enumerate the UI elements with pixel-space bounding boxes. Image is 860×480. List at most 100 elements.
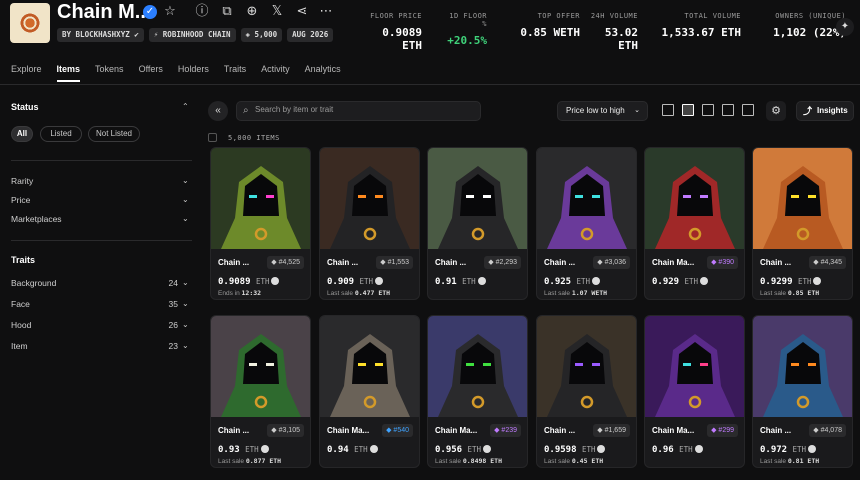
- grid-medium-view-icon[interactable]: [682, 104, 694, 116]
- rank-value: #2,293: [495, 259, 517, 266]
- price-value: 0.9299: [760, 277, 793, 287]
- filter-price[interactable]: Price: [11, 195, 30, 205]
- rarity-rank-badge: ◆ #299: [707, 424, 738, 437]
- item-name: Chain ...: [760, 426, 792, 435]
- tab-items[interactable]: Items: [56, 64, 81, 82]
- chevron-down-icon[interactable]: ⌄: [182, 341, 189, 350]
- chain-chip[interactable]: ⚡ ROBINHOOD CHAIN: [148, 28, 236, 42]
- trait-count: 23: [168, 341, 178, 351]
- chevron-down-icon[interactable]: ⌄: [182, 195, 189, 204]
- trait-background[interactable]: Background: [11, 278, 56, 288]
- stat-value: 0.85 WETH: [520, 26, 580, 39]
- status-pill-all[interactable]: All: [11, 126, 33, 142]
- stat-2: TOP OFFER 0.85 WETH: [501, 12, 580, 39]
- item-card[interactable]: Chain ... ◆ #3,036 0.925 ETH Last sale 1.07…: [536, 147, 637, 300]
- item-image[interactable]: [537, 148, 636, 249]
- item-image[interactable]: [320, 148, 419, 249]
- sub-label: Last sale: [327, 290, 354, 297]
- chevron-down-icon[interactable]: ⌄: [182, 278, 189, 287]
- chevron-down-icon[interactable]: ⌄: [182, 176, 189, 185]
- rank-value: #1,553: [387, 259, 409, 266]
- chevron-down-icon: ⌄: [634, 107, 640, 114]
- rarity-rank-badge: ◆ #4,345: [809, 256, 846, 269]
- item-price: 0.9598 ETH: [544, 445, 606, 455]
- more-options-icon[interactable]: ⋯: [318, 3, 334, 19]
- info-icon[interactable]: ⓘ: [194, 3, 210, 19]
- chevron-down-icon[interactable]: ⌄: [182, 299, 189, 308]
- price-currency: ETH: [797, 277, 812, 286]
- price-value: 0.91: [435, 277, 457, 287]
- status-pill-not-listed[interactable]: Not Listed: [88, 126, 140, 142]
- item-card[interactable]: Chain Ma... ◆ #299 0.96 ETH: [644, 315, 745, 468]
- stat-5: OWNERS (UNIQUE) 1,102 (22%): [750, 12, 846, 39]
- chevron-up-icon[interactable]: ⌃: [182, 102, 189, 111]
- item-image[interactable]: [428, 316, 527, 417]
- status-pill-listed[interactable]: Listed: [40, 126, 82, 142]
- item-card[interactable]: Chain ... ◆ #2,293 0.91 ETH: [427, 147, 528, 300]
- item-image[interactable]: [537, 316, 636, 417]
- stat-value: 0.9089 ETH: [382, 26, 422, 52]
- rank-value: #3,105: [278, 427, 300, 434]
- sub-value: 0.877 ETH: [245, 457, 282, 465]
- trait-hood[interactable]: Hood: [11, 320, 31, 330]
- grid-large-view-icon[interactable]: [662, 104, 674, 116]
- rarity-diamond-icon: ◆: [813, 427, 821, 434]
- rarity-diamond-icon: ◆: [488, 259, 496, 266]
- select-all-checkbox[interactable]: [208, 133, 217, 142]
- tab-holders[interactable]: Holders: [178, 64, 209, 82]
- item-image[interactable]: [320, 316, 419, 417]
- globe-icon[interactable]: ⊕: [244, 3, 260, 19]
- copy-icon[interactable]: ⧉: [219, 3, 235, 19]
- item-image[interactable]: [211, 316, 310, 417]
- price-currency: ETH: [255, 277, 270, 286]
- table-view-icon[interactable]: [742, 104, 754, 116]
- list-view-icon[interactable]: [722, 104, 734, 116]
- item-image[interactable]: [645, 316, 744, 417]
- item-card[interactable]: Chain ... ◆ #4,345 0.9299 ETH Last sale 0.8…: [752, 147, 853, 300]
- rarity-diamond-icon: ◆: [271, 427, 279, 434]
- tab-explore[interactable]: Explore: [11, 64, 42, 82]
- filter-marketplaces[interactable]: Marketplaces: [11, 214, 62, 224]
- item-card[interactable]: Chain ... ◆ #1,553 0.909 ETH Last sale 0.47…: [319, 147, 420, 300]
- sort-dropdown[interactable]: Price low to high ⌄: [557, 101, 648, 121]
- item-card[interactable]: Chain ... ◆ #3,105 0.93 ETH Last sale 0.877…: [210, 315, 311, 468]
- price-currency: ETH: [462, 277, 476, 286]
- robinhood-chain-icon: [375, 277, 384, 285]
- trait-item[interactable]: Item: [11, 341, 28, 351]
- chevron-down-icon[interactable]: ⌄: [182, 320, 189, 329]
- collapse-sidebar-button[interactable]: «: [208, 101, 228, 121]
- sub-label: Ends in: [218, 290, 240, 297]
- share-icon[interactable]: ⋖: [294, 3, 310, 19]
- filter-rarity[interactable]: Rarity: [11, 176, 33, 186]
- item-sub-info: Ends in 12:32: [218, 289, 261, 297]
- tab-activity[interactable]: Activity: [261, 64, 290, 82]
- item-card[interactable]: Chain ... ◆ #4,525 0.9089 ETH Ends in 12:32: [210, 147, 311, 300]
- grid-small-view-icon[interactable]: [702, 104, 714, 116]
- item-image[interactable]: [753, 316, 852, 417]
- tab-offers[interactable]: Offers: [139, 64, 163, 82]
- item-card[interactable]: Chain Ma... ◆ #239 0.956 ETH Last sale 0.84…: [427, 315, 528, 468]
- item-image[interactable]: [428, 148, 527, 249]
- item-card[interactable]: Chain Ma... ◆ #540 0.94 ETH: [319, 315, 420, 468]
- creator-chip[interactable]: BY BLOCKHASHXYZ ✔: [57, 28, 144, 42]
- star-icon[interactable]: ☆: [162, 3, 178, 19]
- price-currency: ETH: [467, 445, 482, 454]
- x-social-icon[interactable]: 𝕏: [269, 3, 285, 19]
- item-card[interactable]: Chain ... ◆ #1,659 0.9598 ETH Last sale 0.4…: [536, 315, 637, 468]
- item-card[interactable]: Chain ... ◆ #4,078 0.972 ETH Last sale 0.81…: [752, 315, 853, 468]
- item-image[interactable]: [753, 148, 852, 249]
- settings-gear-button[interactable]: ⚙: [766, 101, 786, 121]
- insights-button[interactable]: ⤴ Insights: [796, 101, 854, 121]
- tab-tokens[interactable]: Tokens: [95, 64, 124, 82]
- tab-traits[interactable]: Traits: [224, 64, 246, 82]
- item-image[interactable]: [211, 148, 310, 249]
- chevron-down-icon[interactable]: ⌄: [182, 214, 189, 223]
- item-card[interactable]: Chain Ma... ◆ #390 0.929 ETH: [644, 147, 745, 300]
- trait-face[interactable]: Face: [11, 299, 30, 309]
- tab-analytics[interactable]: Analytics: [305, 64, 341, 82]
- rarity-rank-badge: ◆ #1,659: [593, 424, 630, 437]
- search-input[interactable]: [255, 105, 475, 114]
- stat-label: 24H VOLUME: [590, 12, 638, 20]
- sparkle-icon[interactable]: ✦: [836, 18, 854, 36]
- item-image[interactable]: [645, 148, 744, 249]
